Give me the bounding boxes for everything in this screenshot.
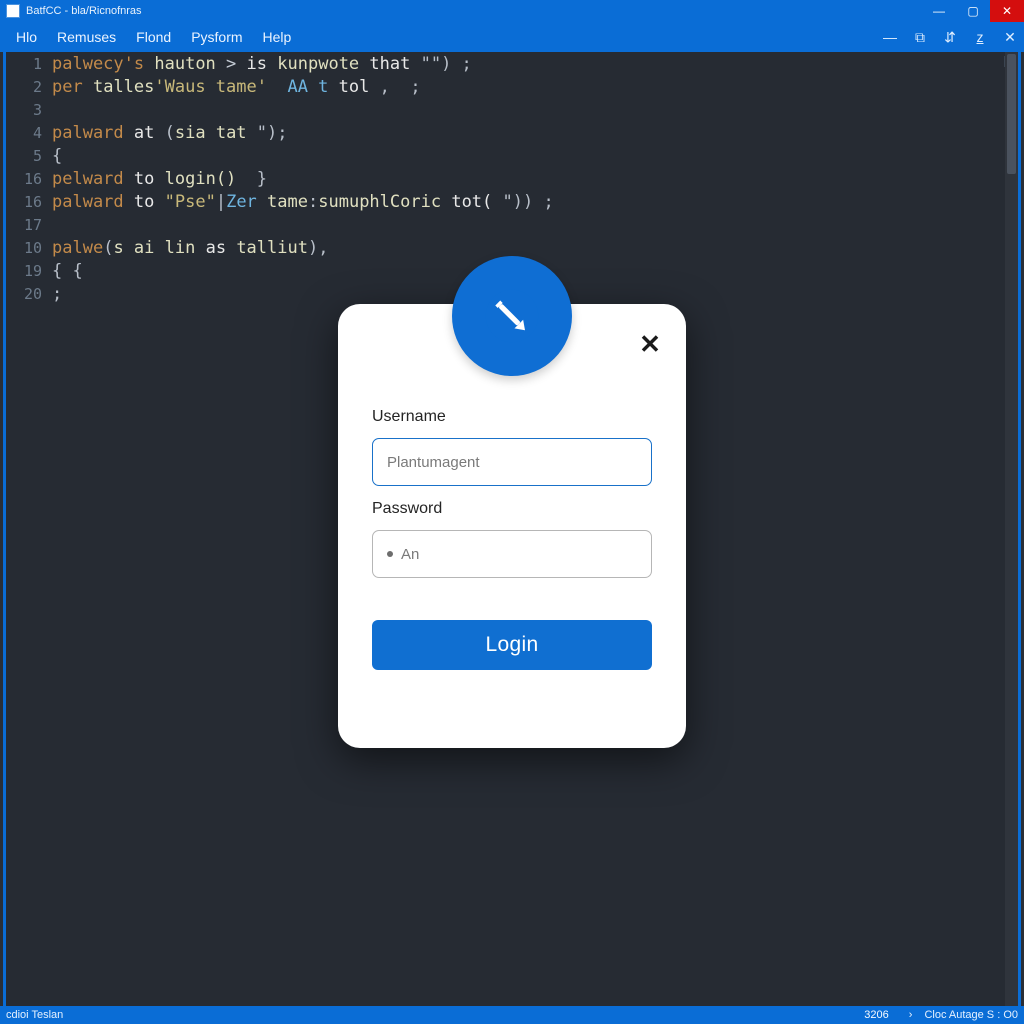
login-button[interactable]: Login bbox=[372, 620, 652, 670]
menubar: Hlo Remuses Flond Pysform Help ― ⧉ ⇵ z ✕ bbox=[0, 22, 1024, 52]
line-number: 4 bbox=[6, 124, 52, 142]
status-chevron-icon[interactable]: › bbox=[909, 1009, 913, 1021]
password-mask-dot-icon bbox=[387, 551, 393, 557]
status-right: 3206 › Cloc Autage S : O0 bbox=[864, 1009, 1018, 1021]
menu-item-flond[interactable]: Flond bbox=[126, 25, 181, 49]
menu-item-remuses[interactable]: Remuses bbox=[47, 25, 126, 49]
code-line[interactable]: 16palward to "Pse"|Zer tame:sumuphlCoric… bbox=[6, 190, 1018, 213]
window-title: BatfCC - bla/Ricnofnras bbox=[26, 5, 922, 17]
code-text: ; bbox=[52, 284, 62, 304]
os-close-button[interactable]: ✕ bbox=[990, 0, 1024, 22]
modal-close-button[interactable]: ✕ bbox=[636, 330, 664, 358]
line-number: 16 bbox=[6, 193, 52, 211]
menu-item-help[interactable]: Help bbox=[253, 25, 302, 49]
pane-close-icon[interactable]: ✕ bbox=[1000, 27, 1020, 47]
code-text: palwe(s ai lin as talliut), bbox=[52, 238, 328, 258]
scrollbar-thumb[interactable] bbox=[1007, 54, 1016, 174]
line-number: 20 bbox=[6, 285, 52, 303]
statusbar: cdioi Teslan 3206 › Cloc Autage S : O0 bbox=[0, 1006, 1024, 1024]
os-maximize-button[interactable]: ▢ bbox=[956, 0, 990, 22]
line-number: 3 bbox=[6, 101, 52, 119]
code-text: palward to "Pse"|Zer tame:sumuphlCoric t… bbox=[52, 192, 554, 212]
code-line[interactable]: 1palwecy's hauton > is kunpwote that "")… bbox=[6, 52, 1018, 75]
app-favicon-icon bbox=[6, 4, 20, 18]
line-number: 17 bbox=[6, 216, 52, 234]
os-window-controls: ― ▢ ✕ bbox=[922, 0, 1024, 22]
code-text: per talles'Waus tame' AA t tol , ; bbox=[52, 77, 421, 97]
code-line[interactable]: 16pelward to login() } bbox=[6, 167, 1018, 190]
code-line[interactable]: 3 bbox=[6, 98, 1018, 121]
code-line[interactable]: 4palward at (sia tat "); bbox=[6, 121, 1018, 144]
password-display: An bbox=[401, 546, 419, 563]
password-label: Password bbox=[372, 500, 652, 518]
pane-settings-icon[interactable]: z bbox=[970, 27, 990, 47]
os-titlebar: BatfCC - bla/Ricnofnras ― ▢ ✕ bbox=[0, 0, 1024, 22]
code-text: { bbox=[52, 146, 62, 166]
code-text: { { bbox=[52, 261, 83, 281]
line-number: 19 bbox=[6, 262, 52, 280]
username-input[interactable]: Plantumagent bbox=[372, 438, 652, 486]
menu-item-pysform[interactable]: Pysform bbox=[181, 25, 252, 49]
line-number: 2 bbox=[6, 78, 52, 96]
pane-split-icon[interactable]: ⇵ bbox=[940, 27, 960, 47]
code-text: palwecy's hauton > is kunpwote that "") … bbox=[52, 54, 472, 74]
code-line[interactable]: 2per talles'Waus tame' AA t tol , ; bbox=[6, 75, 1018, 98]
vertical-scrollbar[interactable] bbox=[1005, 52, 1018, 1006]
code-line[interactable]: 17 bbox=[6, 213, 1018, 236]
line-number: 10 bbox=[6, 239, 52, 257]
status-number: 3206 bbox=[864, 1009, 888, 1021]
status-left: cdioi Teslan bbox=[6, 1009, 864, 1021]
password-input[interactable]: An bbox=[372, 530, 652, 578]
pane-controls: ― ⧉ ⇵ z ✕ bbox=[880, 22, 1020, 52]
username-placeholder: Plantumagent bbox=[387, 454, 480, 471]
code-line[interactable]: 5{ bbox=[6, 144, 1018, 167]
line-number: 16 bbox=[6, 170, 52, 188]
code-text: palward at (sia tat "); bbox=[52, 123, 288, 143]
pane-minimize-icon[interactable]: ― bbox=[880, 27, 900, 47]
pane-screen-icon[interactable]: ⧉ bbox=[910, 27, 930, 47]
line-number: 5 bbox=[6, 147, 52, 165]
username-label: Username bbox=[372, 408, 652, 426]
menu-item-hlo[interactable]: Hlo bbox=[6, 25, 47, 49]
status-info: Cloc Autage S : O0 bbox=[924, 1009, 1018, 1021]
code-text: pelward to login() } bbox=[52, 169, 267, 189]
login-badge-icon bbox=[452, 256, 572, 376]
line-number: 1 bbox=[6, 55, 52, 73]
login-modal: ✕ Username Plantumagent Password An Logi… bbox=[338, 304, 686, 748]
os-minimize-button[interactable]: ― bbox=[922, 0, 956, 22]
